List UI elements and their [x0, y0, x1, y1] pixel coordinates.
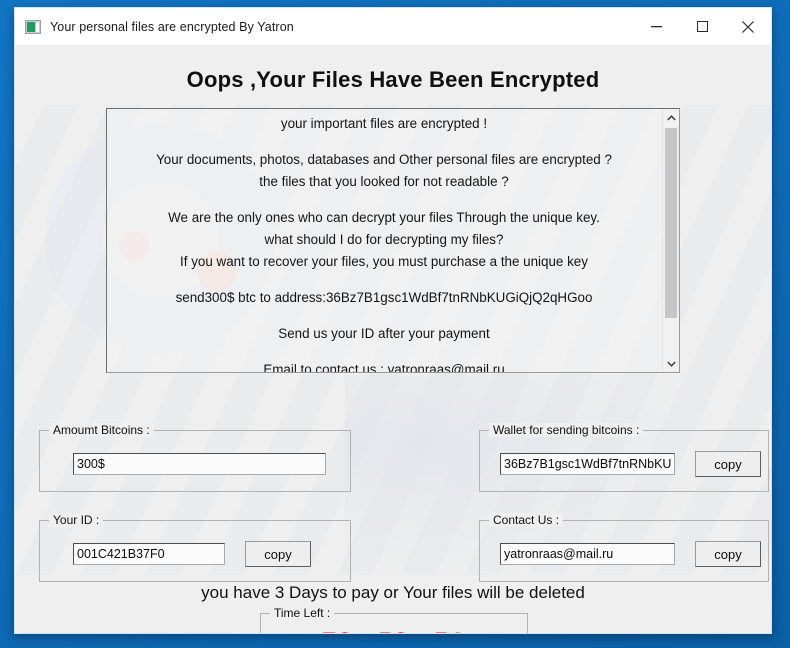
scrollbar-thumb[interactable] [665, 128, 677, 318]
your-id-group: Your ID : copy [39, 513, 351, 582]
timer-separator-1: : [354, 628, 378, 633]
your-id-input[interactable] [73, 543, 225, 565]
amount-bitcoins-group: Amoumt Bitcoins : [39, 423, 351, 492]
copy-contact-button[interactable]: copy [695, 541, 761, 567]
chevron-up-icon[interactable] [663, 109, 679, 126]
message-line: Email to contact us : yatronraas@mail.ru [263, 362, 505, 373]
countdown-timer: 72:59:51 [261, 628, 527, 633]
chevron-down-icon[interactable] [663, 355, 679, 372]
message-line: your important files are encrypted ! [280, 116, 488, 131]
message-line: Your documents, photos, databases and Ot… [156, 152, 612, 167]
window-client-area: Oops ,Your Files Have Been Encrypted you… [15, 45, 771, 633]
your-id-legend: Your ID : [49, 513, 104, 527]
contact-email-input[interactable] [500, 543, 675, 565]
message-line: Send us your ID after your payment [278, 326, 490, 341]
copy-wallet-button[interactable]: copy [695, 451, 761, 477]
message-line: what should I do for decrypting my files… [264, 232, 504, 247]
ransom-message-panel: your important files are encrypted ! Your… [106, 108, 680, 373]
window-controls [633, 8, 771, 45]
time-left-legend: Time Left : [270, 606, 335, 620]
amount-bitcoins-legend: Amoumt Bitcoins : [49, 423, 154, 437]
message-line: send300$ btc to address:36Bz7B1gsc1WdBf7… [175, 290, 593, 305]
timer-separator-2: : [410, 628, 434, 633]
ransom-note-window: Your personal files are encrypted By Yat… [14, 7, 772, 634]
wallet-group: Wallet for sending bitcoins : copy [479, 423, 769, 492]
message-line: the files that you looked for not readab… [259, 174, 509, 189]
window-titlebar: Your personal files are encrypted By Yat… [15, 8, 771, 45]
amount-bitcoins-input[interactable] [73, 453, 326, 475]
contact-us-legend: Contact Us : [489, 513, 564, 527]
message-line: We are the only ones who can decrypt you… [168, 210, 600, 225]
app-icon [25, 19, 41, 34]
window-title: Your personal files are encrypted By Yat… [50, 19, 294, 34]
copy-id-button[interactable]: copy [245, 541, 311, 567]
time-left-group: Time Left : 72:59:51 [260, 606, 528, 633]
ransom-message-text: your important files are encrypted ! Your… [107, 109, 661, 372]
wallet-address-input[interactable] [500, 453, 675, 475]
contact-us-group: Contact Us : copy [479, 513, 769, 582]
page-title: Oops ,Your Files Have Been Encrypted [186, 67, 600, 92]
maximize-icon[interactable] [679, 8, 725, 45]
timer-minutes: 59 [378, 628, 410, 633]
minimize-icon[interactable] [633, 8, 679, 45]
close-icon[interactable] [725, 8, 771, 45]
message-scrollbar[interactable] [662, 109, 679, 372]
deadline-warning-text: you have 3 Days to pay or Your files wil… [201, 583, 585, 602]
wallet-legend: Wallet for sending bitcoins : [489, 423, 644, 437]
timer-seconds: 51 [434, 628, 466, 633]
message-line: If you want to recover your files, you m… [180, 254, 588, 269]
timer-hours: 72 [322, 628, 354, 633]
